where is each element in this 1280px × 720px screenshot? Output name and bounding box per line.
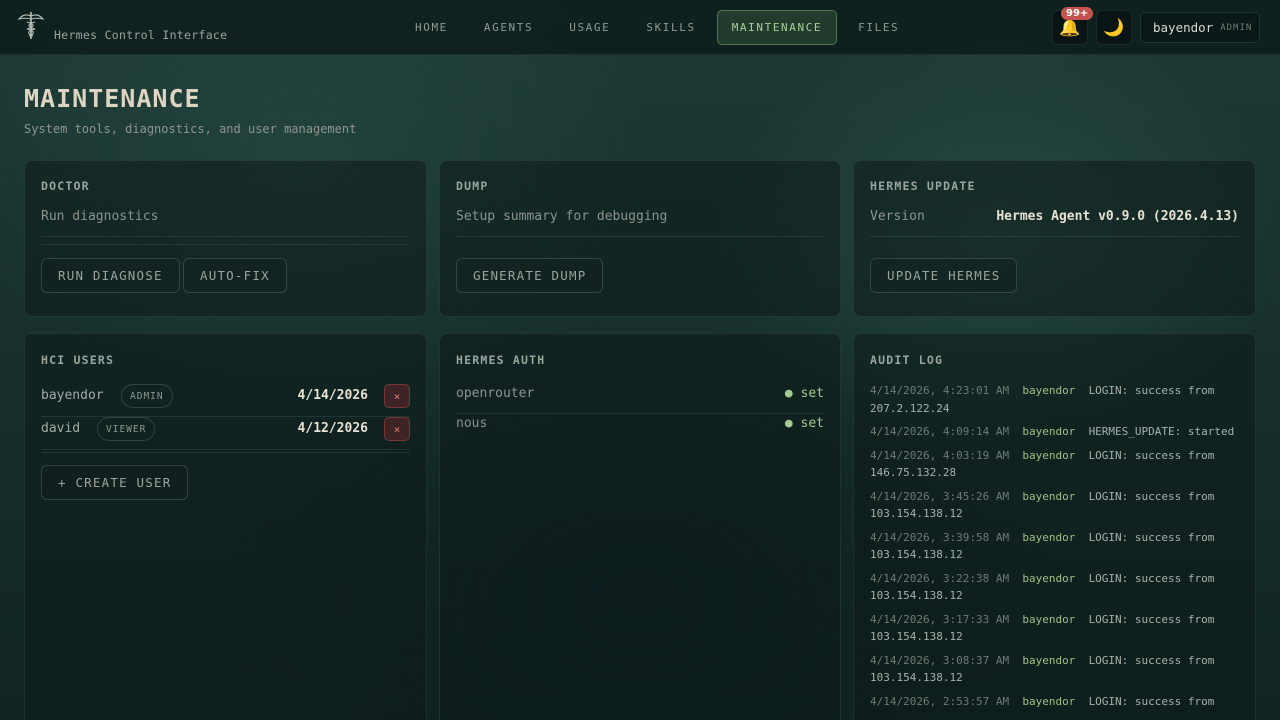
- create-user-button[interactable]: + CREATE USER: [41, 465, 189, 500]
- auth-provider-status: ● set: [784, 416, 824, 431]
- hci-users-card: HCI USERS bayendor ADMIN 4/14/2026 × dav…: [24, 333, 427, 720]
- auto-fix-button[interactable]: AUTO-FIX: [183, 258, 287, 293]
- log-entry: 4/14/2026, 3:17:33 AM bayendor LOGIN: su…: [870, 612, 1215, 644]
- hermes-auth-card: HERMES AUTH openrouter ● set nous ● set: [439, 333, 841, 720]
- update-hermes-button[interactable]: UPDATE HERMES: [870, 258, 1018, 293]
- dump-description-row: Setup summary for debugging: [456, 209, 824, 237]
- log-entry: 4/14/2026, 3:08:37 AM bayendor LOGIN: su…: [870, 653, 1215, 685]
- page-subtitle: System tools, diagnostics, and user mana…: [24, 122, 357, 136]
- user-date: 4/14/2026: [297, 388, 368, 403]
- log-entry: 4/14/2026, 3:39:58 AM bayendor LOGIN: su…: [870, 530, 1215, 562]
- audit-log-list[interactable]: 4/14/2026, 4:23:01 AM bayendor LOGIN: su…: [870, 382, 1241, 716]
- auth-provider-row: openrouter ● set: [456, 386, 824, 414]
- user-name: david: [41, 421, 81, 436]
- nav-item-usage[interactable]: USAGE: [554, 10, 625, 45]
- hermes-update-title: HERMES UPDATE: [870, 179, 976, 193]
- doctor-description-row: Run diagnostics: [41, 209, 410, 237]
- page-title: MAINTENANCE: [24, 84, 201, 113]
- audit-log-card: AUDIT LOG 4/14/2026, 4:23:01 AM bayendor…: [853, 333, 1256, 720]
- top-nav-bar: Hermes Control Interface HOME AGENTS USA…: [0, 0, 1280, 55]
- divider: [41, 452, 410, 453]
- user-role-badge: ADMIN: [121, 384, 173, 408]
- delete-user-button[interactable]: ×: [384, 417, 410, 441]
- doctor-description: Run diagnostics: [41, 209, 159, 224]
- run-diagnose-button[interactable]: RUN DIAGNOSE: [41, 258, 180, 293]
- nav-item-maintenance[interactable]: MAINTENANCE: [716, 10, 838, 45]
- doctor-card: DOCTOR Run diagnostics RUN DIAGNOSE AUTO…: [24, 160, 427, 317]
- notification-count-badge: 99+: [1061, 7, 1094, 20]
- divider: [41, 244, 410, 245]
- caduceus-icon[interactable]: [18, 10, 44, 40]
- version-row: Version Hermes Agent v0.9.0 (2026.4.13): [870, 209, 1239, 237]
- theme-toggle-button[interactable]: 🌙: [1096, 10, 1132, 45]
- delete-user-button[interactable]: ×: [384, 384, 410, 408]
- log-entry: 4/14/2026, 4:23:01 AM bayendor LOGIN: su…: [870, 384, 1215, 415]
- dump-description: Setup summary for debugging: [456, 209, 668, 224]
- moon-icon: 🌙: [1103, 17, 1125, 38]
- main-nav: HOME AGENTS USAGE SKILLS MAINTENANCE FIL…: [400, 10, 914, 45]
- version-label: Version: [870, 209, 925, 224]
- user-row: bayendor ADMIN 4/14/2026 ×: [41, 384, 410, 417]
- current-user-role: ADMIN: [1220, 22, 1253, 33]
- user-role-badge: VIEWER: [97, 417, 156, 441]
- user-menu[interactable]: bayendor ADMIN: [1140, 12, 1260, 43]
- auth-provider-row: nous ● set: [456, 416, 824, 444]
- log-entry: 4/14/2026, 4:09:14 AM bayendor HERMES_UP…: [870, 425, 1235, 438]
- current-user-name: bayendor: [1153, 20, 1214, 35]
- nav-item-agents[interactable]: AGENTS: [469, 10, 548, 45]
- brand-subtitle: Hermes Control Interface: [54, 28, 228, 42]
- doctor-title: DOCTOR: [41, 179, 90, 193]
- hermes-auth-title: HERMES AUTH: [456, 353, 546, 367]
- log-entry: 4/14/2026, 4:03:19 AM bayendor LOGIN: su…: [870, 448, 1215, 480]
- nav-item-home[interactable]: HOME: [400, 10, 463, 45]
- user-name: bayendor: [41, 388, 104, 403]
- hci-users-title: HCI USERS: [41, 353, 115, 367]
- auth-provider-status: ● set: [784, 386, 824, 401]
- dump-card: DUMP Setup summary for debugging GENERAT…: [439, 160, 841, 317]
- version-value: Hermes Agent v0.9.0 (2026.4.13): [996, 209, 1239, 224]
- nav-item-files[interactable]: FILES: [843, 10, 914, 45]
- hermes-update-card: HERMES UPDATE Version Hermes Agent v0.9.…: [853, 160, 1256, 317]
- auth-provider-name: openrouter: [456, 386, 535, 401]
- audit-log-title: AUDIT LOG: [870, 353, 944, 367]
- log-entry: 4/14/2026, 3:22:38 AM bayendor LOGIN: su…: [870, 571, 1215, 603]
- dump-title: DUMP: [456, 179, 489, 193]
- log-entry: 4/14/2026, 3:45:26 AM bayendor LOGIN: su…: [870, 489, 1215, 521]
- log-entry: 4/14/2026, 2:53:57 AM bayendor LOGIN: su…: [870, 694, 1215, 708]
- nav-item-skills[interactable]: SKILLS: [631, 10, 710, 45]
- generate-dump-button[interactable]: GENERATE DUMP: [456, 258, 604, 293]
- bell-icon: 🔔: [1059, 17, 1081, 38]
- auth-provider-name: nous: [456, 416, 488, 431]
- user-row: david VIEWER 4/12/2026 ×: [41, 417, 410, 450]
- user-date: 4/12/2026: [297, 421, 368, 436]
